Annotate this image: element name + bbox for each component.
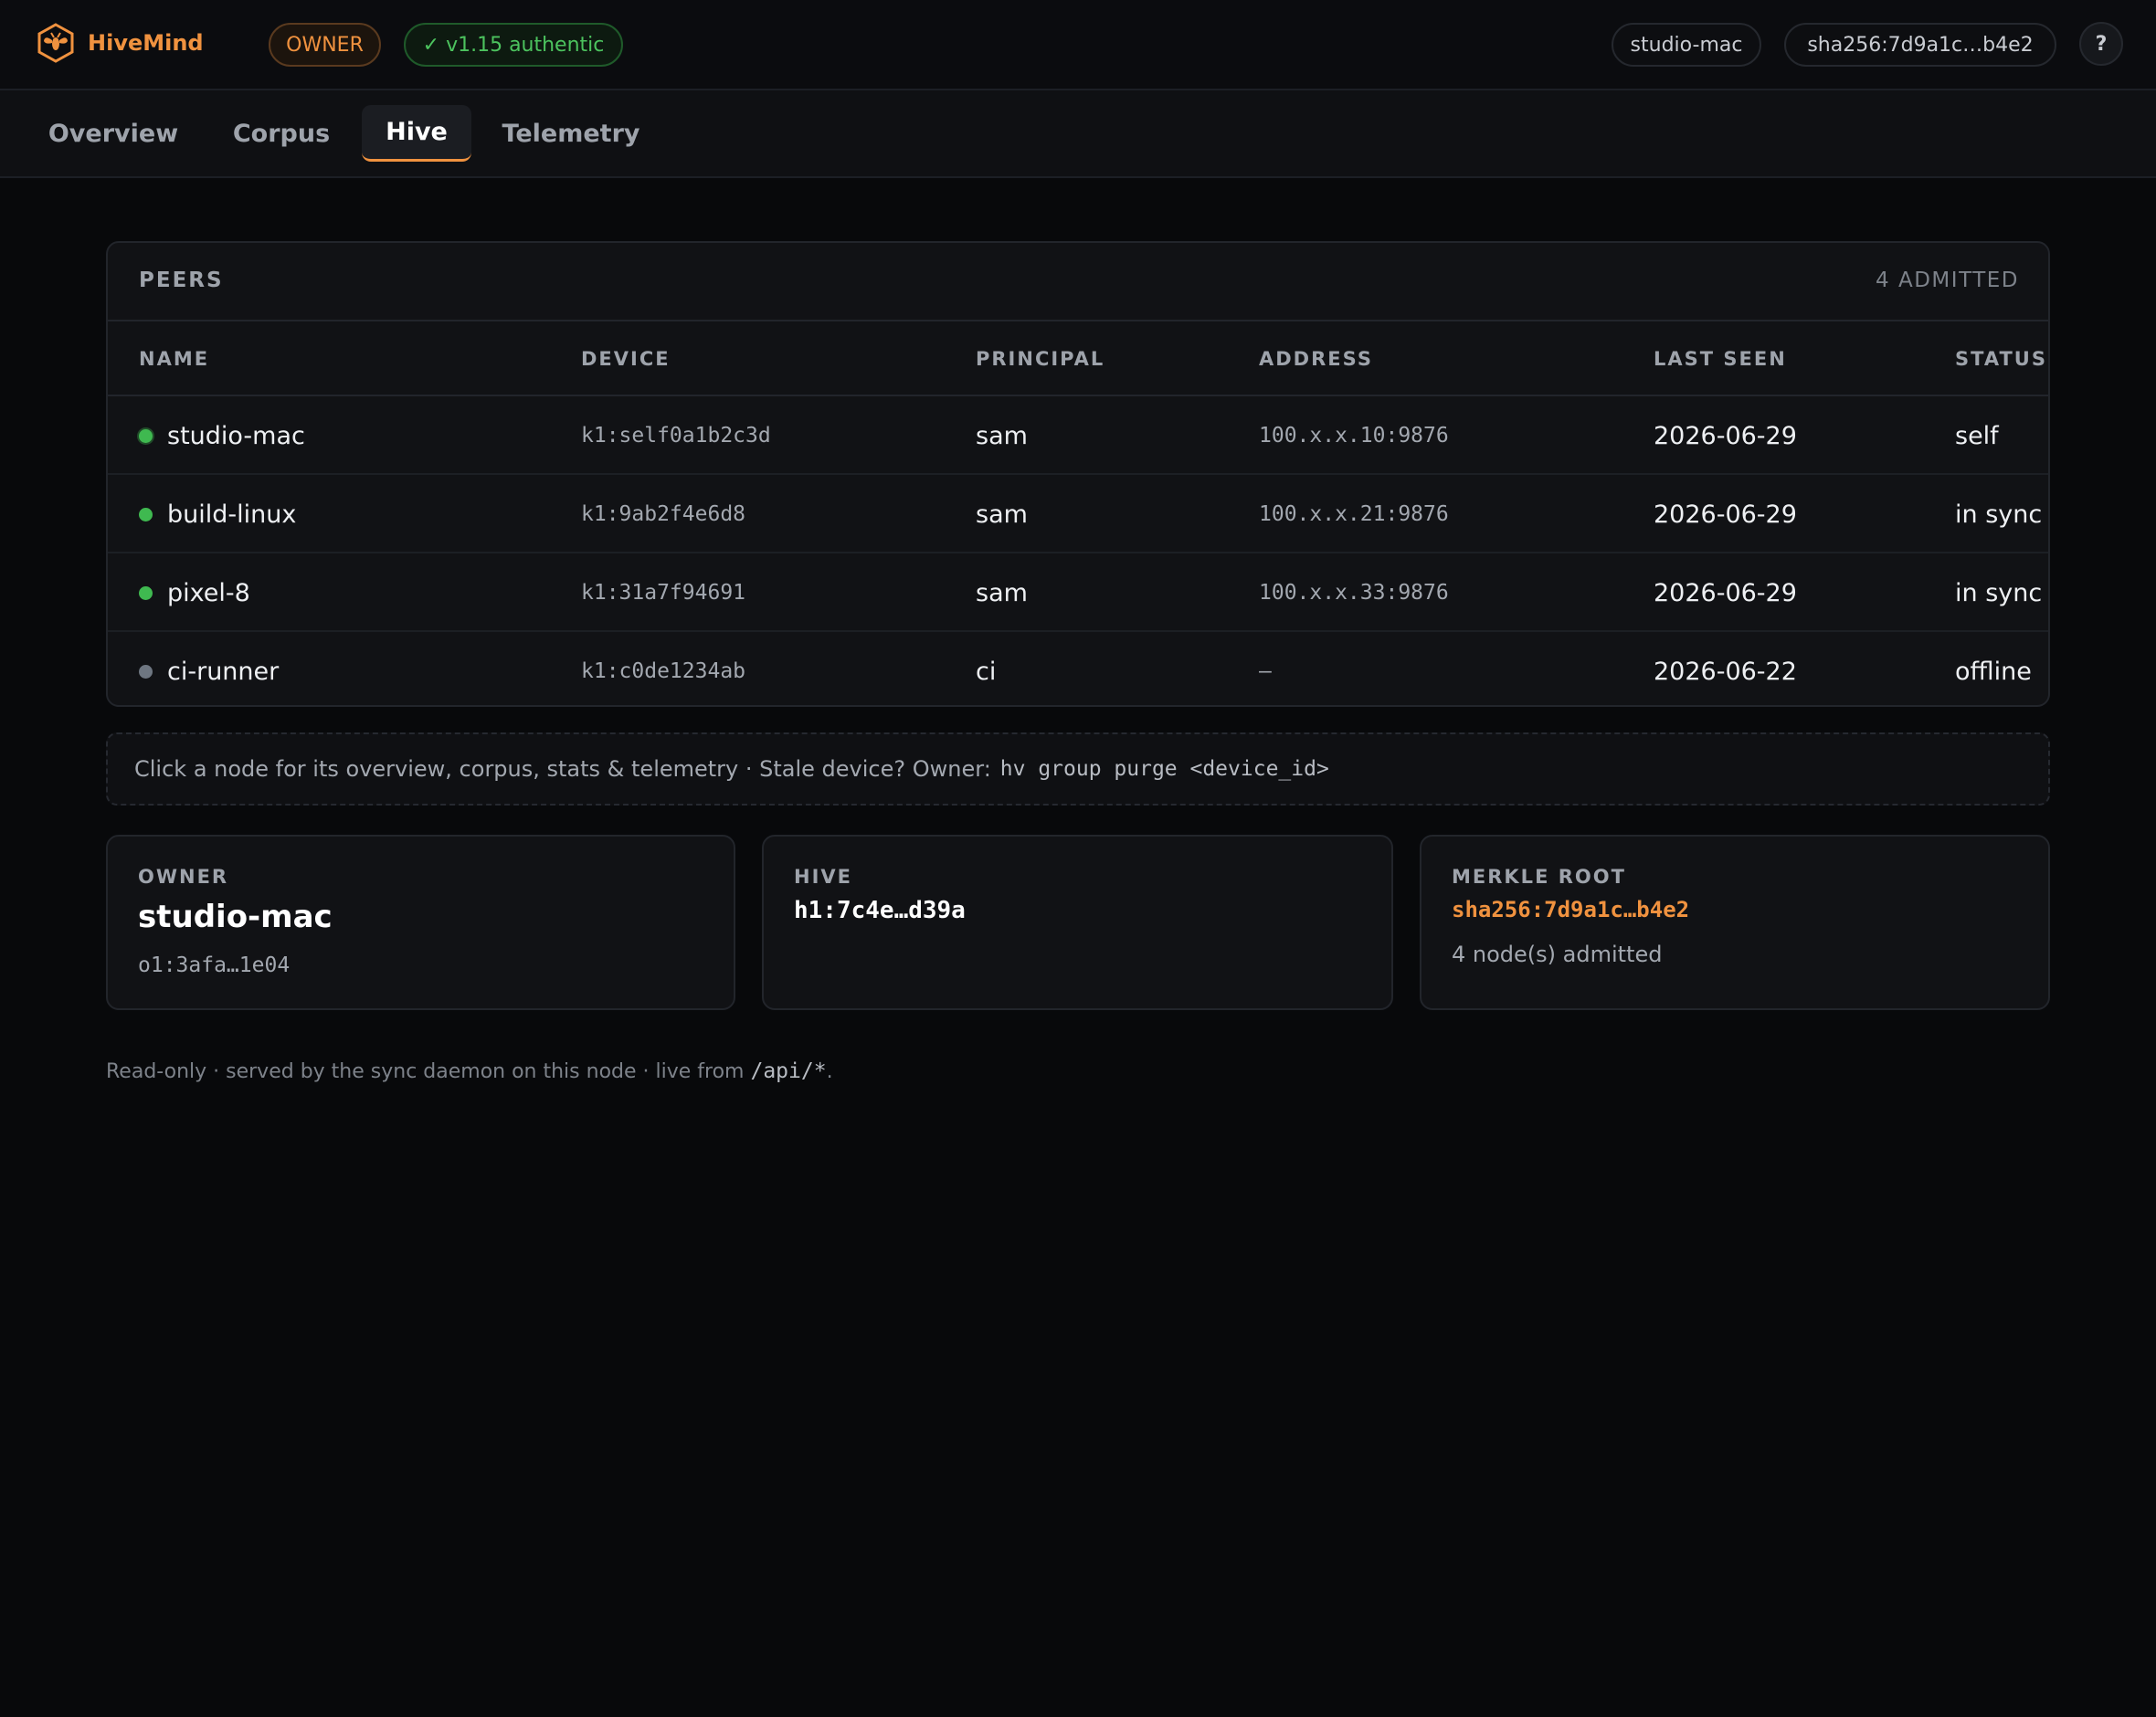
last-seen: 2026-06-29 bbox=[1654, 421, 1797, 450]
column-header-principal: PRINCIPAL bbox=[976, 348, 1105, 370]
table-row[interactable]: pixel-8 k1:31a7f94691 sam 100.x.x.33:987… bbox=[108, 553, 2048, 632]
device-id: k1:31a7f94691 bbox=[581, 581, 746, 605]
online-status-dot-icon bbox=[139, 428, 153, 443]
column-header-device: DEVICE bbox=[581, 348, 671, 370]
column-header-address: ADDRESS bbox=[1259, 348, 1373, 370]
address: 100.x.x.10:9876 bbox=[1259, 424, 1449, 448]
version-badge: ✓ v1.15 authentic bbox=[404, 23, 623, 67]
role-badge: OWNER bbox=[269, 23, 381, 67]
merkle-root-label: MERKLE ROOT bbox=[1452, 866, 1626, 888]
hive-card: HIVE h1:7c4e…d39a bbox=[762, 835, 1393, 1010]
status: in sync bbox=[1955, 500, 2043, 529]
peer-name-cell: ci-runner bbox=[139, 632, 280, 705]
device-id: k1:9ab2f4e6d8 bbox=[581, 502, 746, 526]
device-id: k1:self0a1b2c3d bbox=[581, 424, 771, 448]
hint-text: Click a node for its overview, corpus, s… bbox=[134, 756, 991, 782]
peer-name: build-linux bbox=[167, 500, 297, 529]
peers-panel-header: PEERS 4 ADMITTED bbox=[108, 243, 2048, 321]
footer-text: Read-only · served by the sync daemon on… bbox=[106, 1060, 745, 1083]
hive-label: HIVE bbox=[794, 866, 852, 888]
admitted-count: 4 ADMITTED bbox=[1876, 269, 2019, 292]
tab-telemetry[interactable]: Telemetry bbox=[488, 105, 654, 162]
offline-status-dot-icon bbox=[139, 664, 153, 679]
online-status-dot-icon bbox=[139, 585, 153, 600]
tab-overview[interactable]: Overview bbox=[33, 105, 194, 162]
admitted-summary: 4 node(s) admitted bbox=[1452, 942, 1663, 967]
principal: sam bbox=[976, 578, 1028, 607]
last-seen: 2026-06-29 bbox=[1654, 578, 1797, 607]
column-header-last-seen: LAST SEEN bbox=[1654, 348, 1787, 370]
table-row[interactable]: build-linux k1:9ab2f4e6d8 sam 100.x.x.21… bbox=[108, 475, 2048, 553]
purge-command: hv group purge <device_id> bbox=[999, 757, 1329, 781]
peer-name: pixel-8 bbox=[167, 578, 250, 607]
table-row[interactable]: studio-mac k1:self0a1b2c3d sam 100.x.x.1… bbox=[108, 396, 2048, 475]
tab-hive[interactable]: Hive bbox=[362, 105, 471, 162]
column-header-name: NAME bbox=[139, 348, 210, 370]
root-hash-chip[interactable]: sha256:7d9a1c…b4e2 bbox=[1784, 23, 2056, 67]
help-button[interactable]: ? bbox=[2079, 22, 2123, 66]
status: in sync bbox=[1955, 578, 2043, 607]
peer-name: ci-runner bbox=[167, 657, 280, 686]
address: 100.x.x.21:9876 bbox=[1259, 502, 1449, 526]
tab-corpus[interactable]: Corpus bbox=[216, 105, 347, 162]
last-seen: 2026-06-29 bbox=[1654, 500, 1797, 529]
host-chip[interactable]: studio-mac bbox=[1612, 23, 1761, 67]
column-header-status: STATUS bbox=[1955, 348, 2047, 370]
hive-bee-icon bbox=[37, 23, 75, 63]
top-bar: HiveMind OWNER ✓ v1.15 authentic studio-… bbox=[0, 0, 2156, 90]
last-seen: 2026-06-22 bbox=[1654, 657, 1797, 686]
merkle-root-hash: sha256:7d9a1c…b4e2 bbox=[1452, 897, 1690, 922]
owner-card: OWNER studio-mac o1:3afa…1e04 bbox=[106, 835, 735, 1010]
tab-bar: Overview Corpus Hive Telemetry bbox=[0, 90, 2156, 178]
app-name: HiveMind bbox=[88, 30, 204, 56]
owner-id: o1:3afa…1e04 bbox=[138, 953, 291, 977]
owner-name: studio-mac bbox=[138, 899, 333, 935]
table-row[interactable]: ci-runner k1:c0de1234ab ci – 2026-06-22 … bbox=[108, 632, 2048, 705]
status: self bbox=[1955, 421, 1999, 450]
device-id: k1:c0de1234ab bbox=[581, 659, 746, 683]
address: 100.x.x.33:9876 bbox=[1259, 581, 1449, 605]
app-logo[interactable]: HiveMind bbox=[37, 22, 204, 64]
api-path: /api/* bbox=[750, 1059, 827, 1083]
table-header: NAME DEVICE PRINCIPAL ADDRESS LAST SEEN … bbox=[108, 321, 2048, 396]
owner-label: OWNER bbox=[138, 866, 229, 888]
peer-name-cell: pixel-8 bbox=[139, 553, 250, 632]
status: offline bbox=[1955, 657, 2032, 686]
peers-panel: PEERS 4 ADMITTED NAME DEVICE PRINCIPAL A… bbox=[106, 241, 2050, 707]
footer-note: Read-only · served by the sync daemon on… bbox=[106, 1059, 833, 1083]
hint-bar: Click a node for its overview, corpus, s… bbox=[106, 732, 2050, 806]
merkle-root-card: MERKLE ROOT sha256:7d9a1c…b4e2 4 node(s)… bbox=[1420, 835, 2050, 1010]
principal: sam bbox=[976, 421, 1028, 450]
peers-title: PEERS bbox=[139, 269, 224, 292]
online-status-dot-icon bbox=[139, 507, 153, 521]
hive-id: h1:7c4e…d39a bbox=[794, 897, 966, 924]
principal: ci bbox=[976, 657, 997, 686]
peer-name-cell: studio-mac bbox=[139, 396, 305, 475]
peer-name-cell: build-linux bbox=[139, 475, 296, 553]
footer-suffix: . bbox=[826, 1060, 833, 1083]
peer-name: studio-mac bbox=[167, 421, 305, 450]
principal: sam bbox=[976, 500, 1028, 529]
address: – bbox=[1259, 659, 1272, 683]
